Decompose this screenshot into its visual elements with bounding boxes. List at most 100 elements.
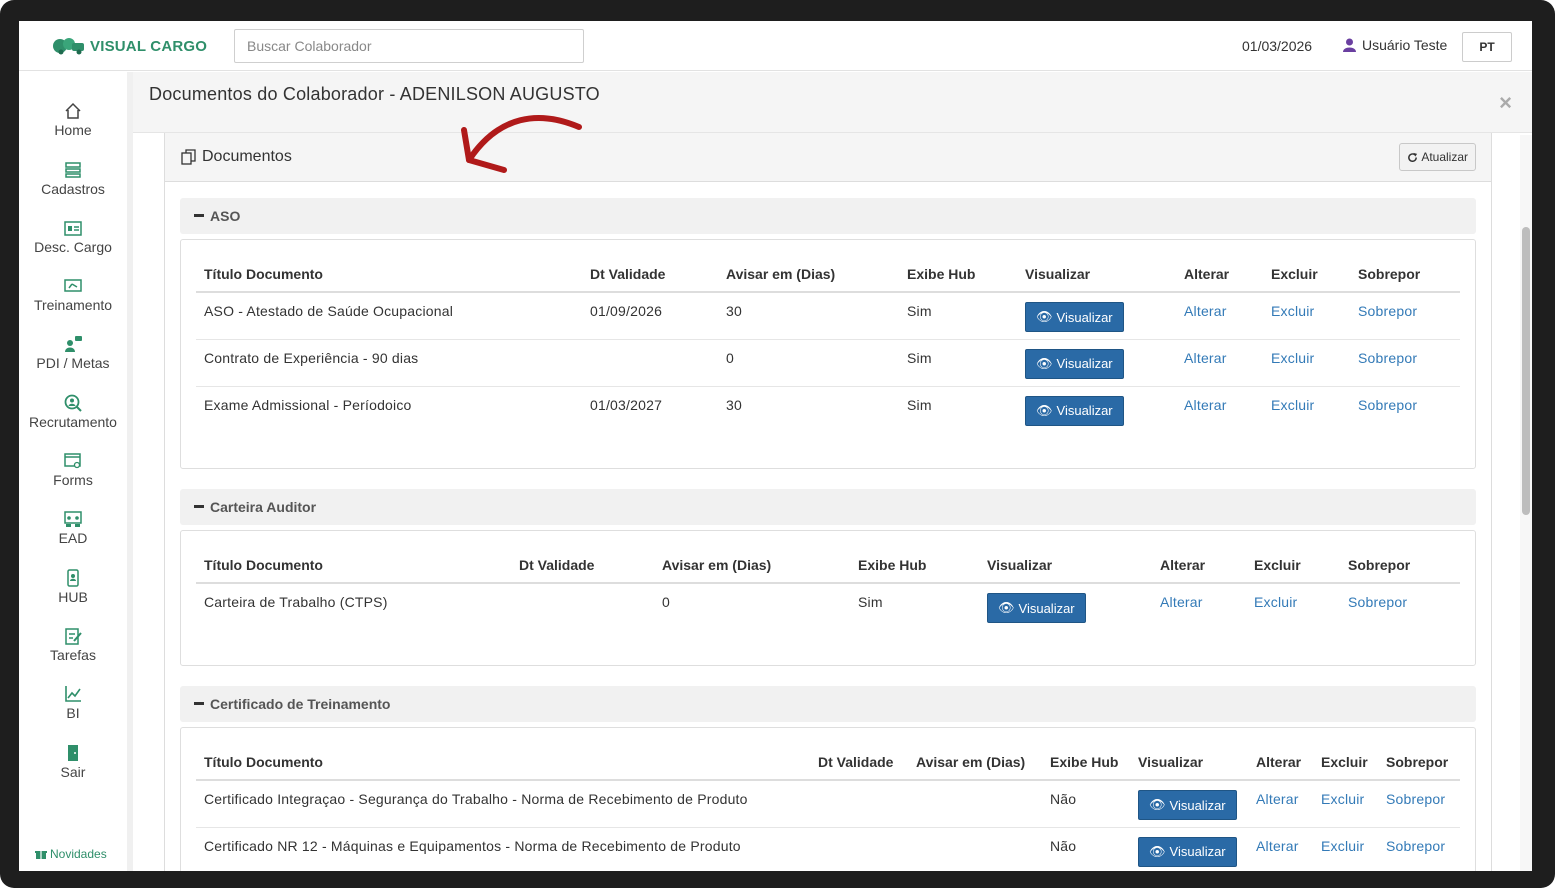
sidebar-item-treinamento[interactable]: Treinamento [19,277,127,313]
doc-notify: 30 [718,292,899,340]
edit-link[interactable]: Alterar [1256,791,1299,807]
tasks-icon [65,628,82,645]
delete-link[interactable]: Excluir [1321,791,1364,807]
language-button[interactable]: PT [1462,32,1512,62]
sidebar-item-home[interactable]: Home [19,102,127,138]
table-row: ASO - Atestado de Saúde Ocupacional 01/0… [196,292,1460,340]
doc-notify [908,780,1042,828]
col-title[interactable]: Título Documento [196,547,511,584]
doc-title: ASO - Atestado de Saúde Ocupacional [196,292,582,340]
col-notify[interactable]: Avisar em (Dias) [718,256,899,293]
eye-icon: 👁 [1149,797,1166,812]
doc-title: Certificado NR 12 - Máquinas e Equipamen… [204,837,741,854]
section-body-certificado: Título Documento Dt Validade Avisar em (… [180,727,1476,871]
sidebar-item-cadastros[interactable]: Cadastros [19,161,127,197]
delete-link[interactable]: Excluir [1271,397,1314,413]
edit-link[interactable]: Alterar [1256,838,1299,854]
sidebar-item-label: PDI / Metas [36,355,110,371]
sidebar-item-desc-cargo[interactable]: Desc. Cargo [19,219,127,255]
section-title: Carteira Auditor [210,499,317,515]
training-icon [64,279,82,292]
delete-link[interactable]: Excluir [1271,303,1314,319]
view-button[interactable]: 👁 Visualizar [1025,302,1124,332]
sidebar-item-ead[interactable]: EAD [19,510,127,546]
section-header-carteira-auditor[interactable]: Carteira Auditor [180,489,1476,525]
overlay-link[interactable]: Sobrepor [1386,838,1445,854]
refresh-icon [1408,152,1418,162]
col-title[interactable]: Título Documento [196,256,582,293]
overlay-link[interactable]: Sobrepor [1358,303,1417,319]
doc-notify: 0 [662,594,670,610]
sidebar-item-recrutamento[interactable]: Recrutamento [19,394,127,430]
eye-icon: 👁 [1036,355,1053,371]
edit-link[interactable]: Alterar [1184,350,1227,366]
sidebar-item-bi[interactable]: BI [19,685,127,721]
overlay-link[interactable]: Sobrepor [1348,594,1407,610]
col-validity[interactable]: Dt Validade [810,744,908,781]
col-overlay: Sobrepor [1378,744,1460,781]
section-header-certificado[interactable]: Certificado de Treinamento [180,686,1476,722]
close-icon[interactable]: × [1499,92,1512,114]
vertical-scrollbar[interactable] [1520,135,1532,871]
sidebar-item-hub[interactable]: HUB [19,569,127,605]
chart-icon [65,686,81,702]
col-delete: Excluir [1313,744,1378,781]
modal-title: Documentos do Colaborador - ADENILSON AU… [149,84,600,104]
col-view: Visualizar [1017,256,1176,293]
col-notify[interactable]: Avisar em (Dias) [908,744,1042,781]
sidebar-item-label: Sair [60,764,86,780]
col-hub[interactable]: Exibe Hub [899,256,1017,293]
sidebar-item-tarefas[interactable]: Tarefas [19,627,127,663]
annotation-arrow-icon [461,115,582,173]
edit-link[interactable]: Alterar [1160,594,1203,610]
view-button[interactable]: 👁 Visualizar [987,593,1086,623]
col-hub[interactable]: Exibe Hub [850,547,979,584]
col-validity[interactable]: Dt Validade [582,256,718,293]
exit-icon [68,745,78,761]
refresh-button[interactable]: Atualizar [1399,143,1476,171]
col-edit: Alterar [1152,547,1246,584]
user-menu[interactable]: Usuário Teste [1343,37,1447,53]
search-input[interactable] [234,29,584,63]
brand-name: VISUAL CARGO [90,37,208,55]
edit-link[interactable]: Alterar [1184,397,1227,413]
sidebar-item-label: EAD [58,530,88,546]
col-title[interactable]: Título Documento [196,744,810,781]
documents-table-certificado: Título Documento Dt Validade Avisar em (… [196,744,1460,871]
delete-link[interactable]: Excluir [1254,594,1297,610]
sidebar-item-forms[interactable]: Forms [19,452,127,488]
col-edit: Alterar [1248,744,1313,781]
col-view: Visualizar [979,547,1152,584]
view-button[interactable]: 👁 Visualizar [1138,836,1237,867]
table-row: Certificado Integraçao - Segurança do Tr… [196,780,1460,828]
view-button[interactable]: 👁 Visualizar [1025,348,1124,379]
view-button[interactable]: 👁 Visualizar [1138,790,1237,820]
col-notify[interactable]: Avisar em (Dias) [654,547,850,584]
delete-link[interactable]: Excluir [1271,350,1314,366]
sidebar-item-pdi-metas[interactable]: PDI / Metas [19,335,127,371]
overlay-link[interactable]: Sobrepor [1358,397,1417,413]
forms-icon [64,453,81,469]
news-link[interactable]: Novidades [35,847,107,861]
sidebar-item-sair[interactable]: Sair [19,744,127,780]
documents-table-aso: Título Documento Dt Validade Avisar em (… [196,256,1460,433]
delete-link[interactable]: Excluir [1321,838,1364,854]
truck-logo-icon [53,38,84,55]
modal-header: Documentos do Colaborador - ADENILSON AU… [133,72,1532,133]
overlay-link[interactable]: Sobrepor [1386,791,1445,807]
doc-notify [908,827,1042,871]
documents-panel: Documentos Atualizar ASO Título Document… [164,133,1492,871]
col-validity[interactable]: Dt Validade [511,547,654,584]
doc-validity: 01/03/2027 [590,396,663,413]
col-hub[interactable]: Exibe Hub [1042,744,1130,781]
view-button[interactable]: 👁 Visualizar [1025,395,1124,426]
scrollbar-thumb[interactable] [1522,227,1530,515]
brand-logo[interactable]: VISUAL CARGO [52,37,207,55]
doc-hub: Não [1050,837,1077,854]
overlay-link[interactable]: Sobrepor [1358,350,1417,366]
documents-table-carteira: Título Documento Dt Validade Avisar em (… [196,547,1460,630]
edit-link[interactable]: Alterar [1184,303,1227,319]
section-header-aso[interactable]: ASO [180,198,1476,234]
section-body-aso: Título Documento Dt Validade Avisar em (… [180,239,1476,469]
panel-title: Documentos [181,148,292,166]
